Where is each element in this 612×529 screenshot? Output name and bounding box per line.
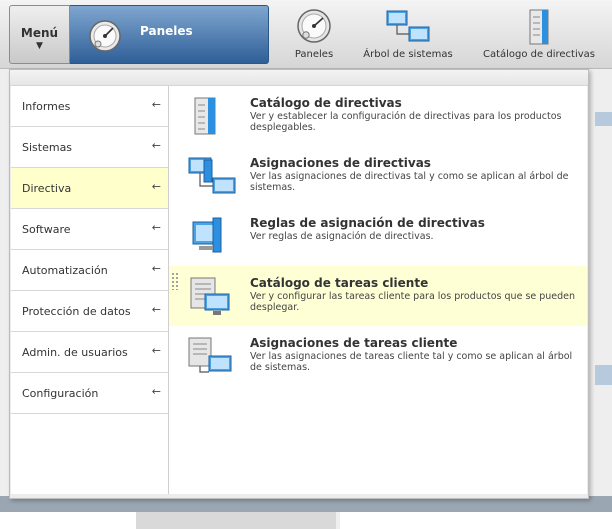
category-item-label: Automatización [22, 264, 108, 277]
category-item-label: Directiva [22, 182, 72, 195]
client-task-catalog-icon [190, 277, 230, 315]
submenu-item-title: Catálogo de directivas [250, 96, 402, 110]
policy-assignment-icon [188, 157, 236, 194]
system-tree-icon [386, 10, 430, 42]
arrow-left-icon: ← [151, 98, 161, 111]
shortcut-dashboards[interactable]: Paneles [284, 6, 344, 64]
arrow-left-icon: ← [151, 139, 161, 152]
category-item-configuration[interactable]: Configuración ← [11, 373, 168, 414]
arrow-left-icon: ← [151, 262, 161, 275]
category-item-automation[interactable]: Automatización ← [11, 250, 168, 291]
category-item-software[interactable]: Software ← [11, 209, 168, 250]
policy-catalog-icon [194, 97, 216, 135]
category-item-user-admin[interactable]: Admin. de usuarios ← [11, 332, 168, 373]
menu-dropdown: Informes ← Sistemas ← Directiva ← Softwa… [9, 69, 589, 499]
menu-button[interactable]: Menú ▼ [9, 5, 70, 64]
submenu-item-description: Ver reglas de asignación de directivas. [250, 231, 434, 242]
submenu-item-policy-catalog[interactable]: Catálogo de directivas Ver y establecer … [169, 86, 587, 146]
top-toolbar: Menú ▼ Paneles Paneles Árbol de sistemas… [0, 0, 612, 69]
menu-button-label: Menú [20, 26, 59, 40]
category-item-label: Sistemas [22, 141, 73, 154]
submenu-item-description: Ver y establecer la configuración de dir… [250, 111, 562, 133]
shortcut-system-tree[interactable]: Árbol de sistemas [358, 6, 458, 64]
category-item-label: Admin. de usuarios [22, 346, 128, 359]
submenu-item-description: Ver las asignaciones de tareas cliente t… [250, 351, 573, 373]
category-item-label: Informes [22, 100, 71, 113]
policy-rule-icon [192, 217, 222, 253]
background-panel-edge [595, 112, 612, 126]
submenu-item-title: Asignaciones de tareas cliente [250, 336, 458, 350]
arrow-left-icon: ← [151, 180, 161, 193]
category-item-label: Configuración [22, 387, 99, 400]
category-item-systems[interactable]: Sistemas ← [11, 127, 168, 168]
chevron-down-icon: ▼ [36, 41, 43, 51]
arrow-left-icon: ← [151, 344, 161, 357]
submenu-item-client-task-assignments[interactable]: Asignaciones de tareas cliente Ver las a… [169, 326, 587, 386]
category-item-label: Software [22, 223, 71, 236]
active-dashboard-title: Paneles [140, 24, 193, 38]
submenu-item-policy-assignment-rules[interactable]: Reglas de asignación de directivas Ver r… [169, 206, 587, 266]
drag-handle-icon[interactable] [171, 272, 179, 290]
gauge-icon [297, 9, 331, 43]
submenu-item-client-task-catalog[interactable]: Catálogo de tareas cliente Ver y configu… [169, 266, 587, 326]
gauge-icon [89, 20, 121, 52]
policy-catalog-icon [529, 9, 549, 45]
arrow-left-icon: ← [151, 303, 161, 316]
submenu-pane: Catálogo de directivas Ver y establecer … [169, 86, 587, 494]
background-panel-edge [595, 365, 612, 385]
submenu-item-description: Ver las asignaciones de directivas tal y… [250, 171, 569, 193]
shortcut-label: Catálogo de directivas [482, 49, 595, 60]
shortcut-label: Árbol de sistemas [363, 49, 453, 60]
category-item-reports[interactable]: Informes ← [11, 86, 168, 127]
category-item-label: Protección de datos [22, 305, 131, 318]
shortcut-label: Paneles [294, 49, 334, 60]
background-tile [340, 512, 612, 529]
dropdown-header-strip [10, 70, 588, 86]
shortcut-policy-catalog[interactable]: Catálogo de directivas [475, 6, 603, 64]
background-tile [136, 512, 336, 529]
category-list: Informes ← Sistemas ← Directiva ← Softwa… [11, 86, 169, 494]
active-dashboard-tab[interactable]: Paneles [70, 5, 269, 64]
submenu-item-title: Catálogo de tareas cliente [250, 276, 429, 290]
arrow-left-icon: ← [151, 385, 161, 398]
category-item-data-protection[interactable]: Protección de datos ← [11, 291, 168, 332]
client-task-assignment-icon [188, 337, 232, 373]
submenu-item-description: Ver y configurar las tareas cliente para… [250, 291, 576, 313]
background-tile [0, 512, 136, 529]
submenu-item-title: Reglas de asignación de directivas [250, 216, 485, 230]
category-item-policy[interactable]: Directiva ← [11, 168, 168, 209]
submenu-item-title: Asignaciones de directivas [250, 156, 431, 170]
submenu-item-policy-assignments[interactable]: Asignaciones de directivas Ver las asign… [169, 146, 587, 206]
arrow-left-icon: ← [151, 221, 161, 234]
